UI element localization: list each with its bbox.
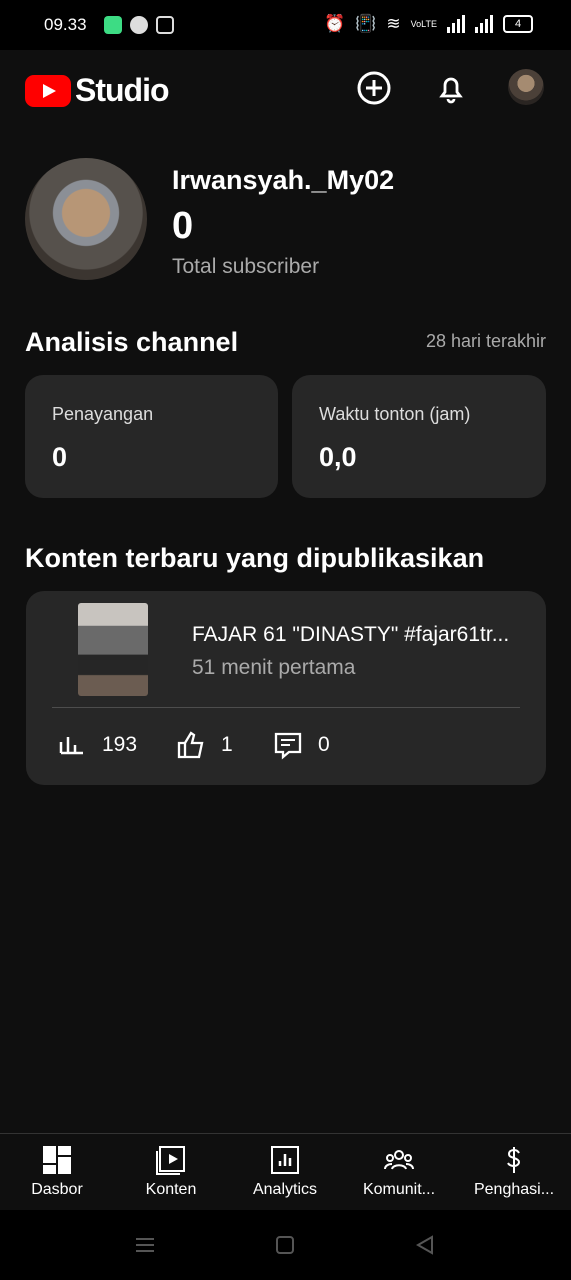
views-value: 0 [52,442,68,472]
views-card[interactable]: Penayangan 0 [25,375,278,498]
latest-video-card[interactable]: FAJAR 61 "DINASTY" #fajar61tr... 51 meni… [26,591,546,785]
card-divider [52,707,520,708]
youtube-play-icon [25,74,71,107]
youtube-studio-logo[interactable]: Studio [25,72,170,109]
status-time: 09.33 [44,15,87,34]
menu-icon[interactable] [133,1233,157,1257]
likes-count: 1 [221,733,233,756]
comments-metric: 0 [272,729,330,761]
views-metric: 193 [56,729,137,761]
alarm-icon: ⏰ [324,14,346,33]
nav-content-label: Konten [145,1181,197,1198]
nav-dashboard-label: Dasbor [31,1181,83,1198]
date-range: 28 hari terakhir [425,331,546,351]
status-bar: 09.33 ⏰ 📳 ≋ VoLTE 4 [0,0,571,50]
account-avatar[interactable] [508,69,544,105]
create-button[interactable] [354,68,394,108]
message-icon [130,16,148,34]
community-icon [384,1150,414,1170]
thumb-up-icon [177,731,204,759]
latest-content-title: Konten terbaru yang dipublikasikan [25,543,485,573]
battery-icon: 4 [503,15,533,33]
dollar-icon [507,1147,521,1173]
dashboard-icon [43,1146,71,1174]
subscriber-count: 0 [172,205,194,247]
vibrate-icon: 📳 [355,14,377,33]
nav-analytics-label: Analytics [252,1181,318,1198]
content-icon [156,1146,185,1175]
video-title[interactable]: FAJAR 61 "DINASTY" #fajar61tr... [192,623,527,647]
nav-content[interactable]: Konten [114,1144,228,1199]
volte-label: VoLTE [410,19,437,29]
nav-analytics[interactable]: Analytics [228,1144,342,1199]
comments-count: 0 [318,733,330,756]
signal-icon [447,15,465,33]
views-label: Penayangan [52,404,154,424]
analytics-icon [271,1146,299,1174]
wifi-icon: ≋ [386,14,401,33]
bar-chart-icon [59,737,83,755]
bottom-navigation: Dasbor Konten Analytics Komunit... Pengh… [0,1133,571,1211]
nav-earn[interactable]: Penghasi... [457,1144,571,1199]
watch-time-card[interactable]: Waktu tonton (jam) 0,0 [292,375,546,498]
nav-community-label: Komunit... [362,1181,436,1198]
app-notification-icon [104,16,122,34]
back-icon[interactable] [413,1233,437,1257]
comment-icon [274,732,302,760]
home-icon[interactable] [273,1233,297,1257]
channel-name: Irwansyah._My02 [172,165,395,195]
nav-community[interactable]: Komunit... [342,1144,456,1199]
video-thumbnail[interactable] [78,603,148,696]
channel-analytics-title: Analisis channel [25,327,239,357]
nav-earn-label: Penghasi... [473,1181,555,1198]
system-navigation-bar [0,1210,571,1280]
instagram-icon [156,16,174,34]
subscriber-label: Total subscriber [172,255,320,278]
app-bar: Studio [0,50,571,130]
views-count: 193 [102,733,138,756]
likes-metric: 1 [175,729,233,761]
watch-time-value: 0,0 [319,442,357,472]
signal-icon-2 [475,15,493,33]
notifications-button[interactable] [431,68,471,108]
video-subtitle: 51 menit pertama [192,656,356,679]
nav-dashboard[interactable]: Dasbor [0,1144,114,1199]
channel-avatar [25,158,147,280]
logo-text: Studio [75,72,170,108]
watch-time-label: Waktu tonton (jam) [319,404,471,424]
